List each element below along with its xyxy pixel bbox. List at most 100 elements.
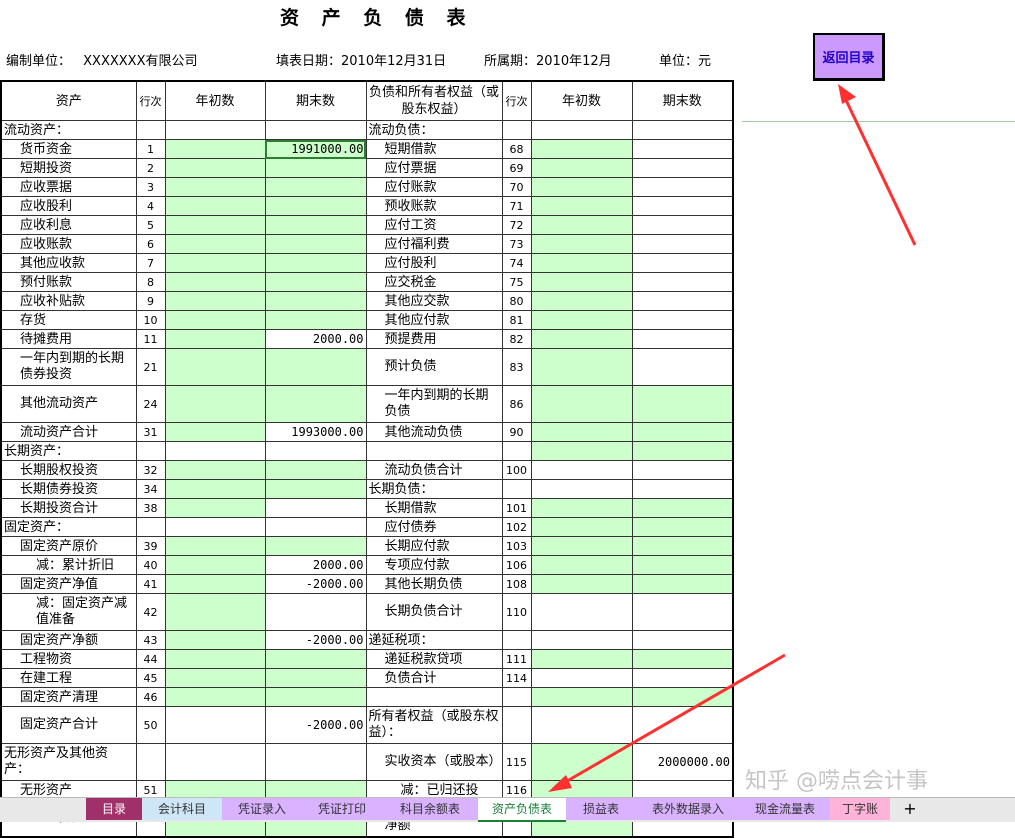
liability-begin-cell[interactable] xyxy=(530,215,633,235)
liability-end-cell[interactable] xyxy=(631,253,734,273)
asset-end-cell[interactable] xyxy=(264,348,367,386)
liability-begin-cell[interactable] xyxy=(530,291,633,311)
asset-end-cell[interactable] xyxy=(264,649,367,669)
liability-begin-cell[interactable] xyxy=(530,253,633,273)
liability-begin-cell[interactable] xyxy=(530,272,633,292)
liability-end-cell[interactable] xyxy=(631,460,734,480)
asset-begin-cell[interactable] xyxy=(164,517,266,537)
asset-end-cell[interactable] xyxy=(264,291,367,311)
sheet-tab-3[interactable]: 凭证打印 xyxy=(302,798,382,820)
liability-end-cell[interactable] xyxy=(631,196,734,216)
asset-end-cell[interactable] xyxy=(264,215,367,235)
liability-end-cell[interactable]: 2000000.00 xyxy=(631,743,734,781)
liability-begin-cell[interactable] xyxy=(530,234,633,254)
asset-end-cell[interactable] xyxy=(264,593,367,631)
asset-begin-cell[interactable] xyxy=(164,668,266,688)
asset-end-cell[interactable] xyxy=(264,120,367,140)
asset-end-cell[interactable] xyxy=(264,441,367,461)
liability-end-cell[interactable] xyxy=(631,593,734,631)
asset-end-cell[interactable]: -2000.00 xyxy=(264,706,367,744)
liability-end-cell[interactable] xyxy=(631,649,734,669)
asset-end-cell[interactable] xyxy=(264,460,367,480)
liability-begin-cell[interactable] xyxy=(530,310,633,330)
sheet-tab-8[interactable]: 现金流量表 xyxy=(740,798,830,820)
liability-begin-cell[interactable] xyxy=(530,555,633,575)
asset-begin-cell[interactable] xyxy=(164,329,266,349)
asset-end-cell[interactable] xyxy=(264,310,367,330)
asset-end-cell[interactable]: 1991000.00 xyxy=(264,139,367,159)
asset-end-cell[interactable] xyxy=(264,253,367,273)
asset-begin-cell[interactable] xyxy=(164,743,266,781)
sheet-tab-2[interactable]: 凭证录入 xyxy=(222,798,302,820)
asset-begin-cell[interactable] xyxy=(164,177,266,197)
asset-end-cell[interactable] xyxy=(264,536,367,556)
liability-begin-cell[interactable] xyxy=(530,687,633,707)
liability-end-cell[interactable] xyxy=(631,668,734,688)
asset-begin-cell[interactable] xyxy=(164,630,266,650)
liability-end-cell[interactable] xyxy=(631,479,734,499)
liability-begin-cell[interactable] xyxy=(530,498,633,518)
asset-begin-cell[interactable] xyxy=(164,196,266,216)
asset-end-cell[interactable]: 1993000.00 xyxy=(264,422,367,442)
liability-begin-cell[interactable] xyxy=(530,536,633,556)
asset-end-cell[interactable] xyxy=(264,668,367,688)
liability-begin-cell[interactable] xyxy=(530,329,633,349)
liability-end-cell[interactable] xyxy=(631,498,734,518)
liability-end-cell[interactable] xyxy=(631,441,734,461)
liability-begin-cell[interactable] xyxy=(530,706,633,744)
liability-begin-cell[interactable] xyxy=(530,348,633,386)
asset-begin-cell[interactable] xyxy=(164,348,266,386)
asset-begin-cell[interactable] xyxy=(164,649,266,669)
liability-end-cell[interactable] xyxy=(631,177,734,197)
liability-end-cell[interactable] xyxy=(631,555,734,575)
liability-begin-cell[interactable] xyxy=(530,574,633,594)
asset-end-cell[interactable] xyxy=(264,517,367,537)
liability-end-cell[interactable] xyxy=(631,706,734,744)
asset-begin-cell[interactable] xyxy=(164,310,266,330)
liability-begin-cell[interactable] xyxy=(530,630,633,650)
liability-end-cell[interactable] xyxy=(631,385,734,423)
liability-begin-cell[interactable] xyxy=(530,120,633,140)
liability-begin-cell[interactable] xyxy=(530,158,633,178)
asset-begin-cell[interactable] xyxy=(164,234,266,254)
liability-end-cell[interactable] xyxy=(631,422,734,442)
liability-end-cell[interactable] xyxy=(631,630,734,650)
return-to-index-button[interactable]: 返回目录 xyxy=(813,33,885,81)
asset-begin-cell[interactable] xyxy=(164,272,266,292)
asset-begin-cell[interactable] xyxy=(164,555,266,575)
liability-end-cell[interactable] xyxy=(631,310,734,330)
liability-end-cell[interactable] xyxy=(631,348,734,386)
asset-end-cell[interactable] xyxy=(264,177,367,197)
asset-end-cell[interactable] xyxy=(264,743,367,781)
liability-begin-cell[interactable] xyxy=(530,385,633,423)
asset-begin-cell[interactable] xyxy=(164,574,266,594)
liability-end-cell[interactable] xyxy=(631,687,734,707)
asset-end-cell[interactable] xyxy=(264,498,367,518)
asset-end-cell[interactable]: 2000.00 xyxy=(264,329,367,349)
liability-begin-cell[interactable] xyxy=(530,177,633,197)
sheet-tab-1[interactable]: 会计科目 xyxy=(142,798,222,820)
liability-end-cell[interactable] xyxy=(631,158,734,178)
asset-begin-cell[interactable] xyxy=(164,291,266,311)
asset-end-cell[interactable]: -2000.00 xyxy=(264,574,367,594)
liability-begin-cell[interactable] xyxy=(530,422,633,442)
liability-end-cell[interactable] xyxy=(631,120,734,140)
sheet-tab-5[interactable]: 资产负债表 xyxy=(478,798,566,822)
asset-begin-cell[interactable] xyxy=(164,706,266,744)
sheet-tab-9[interactable]: 丁字账 xyxy=(830,798,890,820)
liability-begin-cell[interactable] xyxy=(530,649,633,669)
sheet-tab-7[interactable]: 表外数据录入 xyxy=(636,798,740,820)
asset-end-cell[interactable] xyxy=(264,479,367,499)
asset-end-cell[interactable] xyxy=(264,234,367,254)
sheet-tab-4[interactable]: 科目余额表 xyxy=(382,798,478,820)
liability-end-cell[interactable] xyxy=(631,536,734,556)
liability-end-cell[interactable] xyxy=(631,574,734,594)
asset-begin-cell[interactable] xyxy=(164,158,266,178)
asset-end-cell[interactable] xyxy=(264,687,367,707)
liability-begin-cell[interactable] xyxy=(530,517,633,537)
liability-begin-cell[interactable] xyxy=(530,743,633,781)
asset-end-cell[interactable] xyxy=(264,385,367,423)
liability-begin-cell[interactable] xyxy=(530,196,633,216)
asset-begin-cell[interactable] xyxy=(164,441,266,461)
asset-end-cell[interactable] xyxy=(264,272,367,292)
